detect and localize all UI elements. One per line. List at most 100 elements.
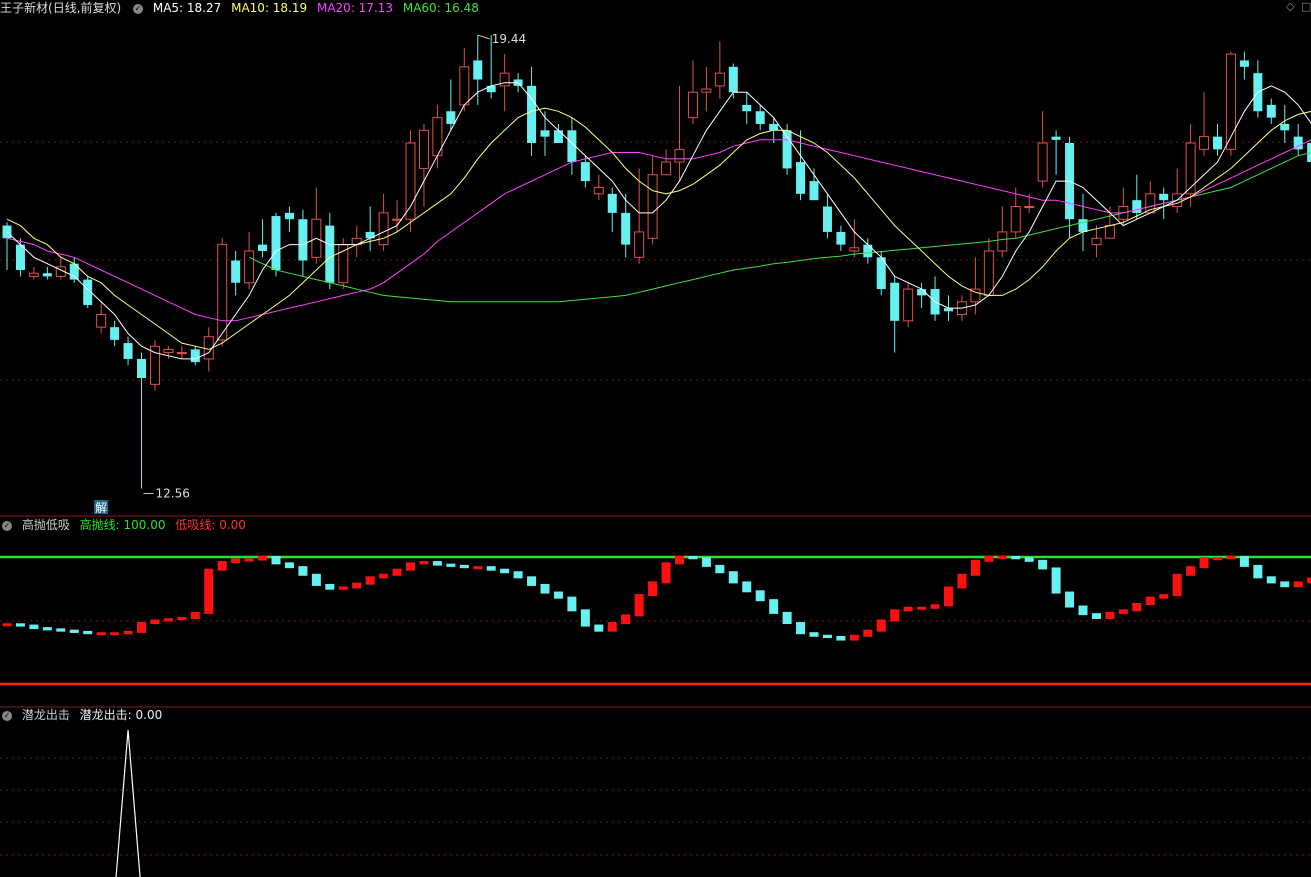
candle-body xyxy=(674,148,685,163)
low-price-marker: 12.56 xyxy=(156,486,190,500)
indicator1-bar xyxy=(553,591,563,599)
high-price-marker: 19.44 xyxy=(492,32,526,46)
indicator1-bar xyxy=(1307,577,1311,584)
candle-body xyxy=(863,244,873,258)
candle-body xyxy=(540,130,550,137)
indicator1-bar xyxy=(930,604,940,609)
candle-body xyxy=(1104,225,1115,239)
indicator1-settings-icon[interactable] xyxy=(2,520,12,531)
indicator1-bar xyxy=(796,622,806,635)
indicator1-bar xyxy=(42,627,52,631)
candle-body xyxy=(110,327,120,340)
indicator1-bar xyxy=(29,624,39,630)
indicator1-bar xyxy=(849,634,859,641)
indicator1-bar xyxy=(123,630,133,635)
ma20-label: MA20: 17.13 xyxy=(316,1,394,15)
indicator1-bar xyxy=(365,576,375,585)
candle-body xyxy=(1199,136,1210,150)
candle-body xyxy=(351,237,362,246)
indicator1-bar xyxy=(150,619,160,625)
candle-body xyxy=(149,345,160,385)
candle-body xyxy=(392,218,403,221)
indicator1-bar xyxy=(83,630,93,635)
indicator1-bar xyxy=(648,581,658,597)
candle-body xyxy=(231,260,241,283)
indicator1-bar xyxy=(594,624,604,632)
candle-body xyxy=(956,301,967,315)
indicator1-bar xyxy=(580,609,590,627)
indicator1-bar xyxy=(258,556,268,561)
candle-body xyxy=(217,244,228,341)
candle-body xyxy=(567,130,577,163)
indicator1-bar xyxy=(69,629,79,633)
indicator1-bar xyxy=(876,619,886,632)
indicator1-bar xyxy=(1172,573,1182,597)
indicator2-name[interactable]: 潜龙出击 xyxy=(22,708,70,722)
indicator1-bar xyxy=(298,566,308,576)
main-legend: 王子新材(日线,前复权) MA5: 18.27 MA10: 18.19 MA20… xyxy=(0,0,485,16)
indicator1-bar xyxy=(984,556,994,562)
low-line-label: 低吸线: 0.00 xyxy=(175,518,246,532)
candle-body xyxy=(338,244,349,284)
candle-body xyxy=(365,231,375,239)
indicator1-bar xyxy=(15,623,25,627)
candle-body xyxy=(325,225,335,283)
indicator1-bar xyxy=(1226,556,1236,560)
indicator1-bar xyxy=(177,616,187,621)
jie-badge-bg xyxy=(94,500,109,514)
indicator1-bar xyxy=(419,561,429,565)
indicator1-bar xyxy=(809,632,819,637)
chart-canvas[interactable]: 19.44 12.56 解 xyxy=(0,0,1311,877)
candle-body xyxy=(1065,143,1075,220)
indicator1-bar xyxy=(836,636,846,641)
candle-body xyxy=(28,272,39,277)
candle-body xyxy=(634,231,645,258)
indicator1-bar xyxy=(1011,556,1021,560)
indicator1-bar xyxy=(755,590,765,602)
candle-body xyxy=(903,288,914,322)
candle-body xyxy=(1091,237,1102,246)
stock-name[interactable]: 王子新材 xyxy=(0,1,48,15)
candle-body xyxy=(1239,60,1249,67)
candle-body xyxy=(473,60,483,80)
candle-body xyxy=(1307,143,1311,163)
candle-body xyxy=(647,174,658,239)
window-square-icon[interactable]: □ xyxy=(1301,0,1311,13)
candle-body xyxy=(284,212,294,220)
candle-body xyxy=(1293,136,1303,150)
indicator1-bar xyxy=(782,611,792,625)
indicator1-bar xyxy=(540,583,550,594)
indicator1-bar xyxy=(917,606,927,610)
indicator1-bar xyxy=(392,568,402,576)
candle-body xyxy=(1266,104,1276,118)
candle-body xyxy=(1185,142,1196,195)
candle-body xyxy=(513,79,523,86)
candle-body xyxy=(378,212,389,246)
candle-body xyxy=(203,336,214,360)
candle-body xyxy=(876,257,886,290)
indicator1-bar xyxy=(567,596,577,612)
indicator1-bar xyxy=(527,576,537,586)
candle-body xyxy=(997,231,1008,252)
indicator1-bar xyxy=(1199,557,1209,569)
diamond-icon[interactable]: ◇ xyxy=(1286,0,1294,13)
candle-body xyxy=(687,91,698,119)
period-label: (日线,前复权) xyxy=(48,1,122,15)
indicator1-name[interactable]: 高抛低吸 xyxy=(22,518,70,532)
candle-body xyxy=(1225,53,1236,150)
indicator1-bar xyxy=(715,564,725,574)
candle-body xyxy=(1213,136,1222,150)
indicator2-settings-icon[interactable] xyxy=(2,710,12,721)
candle-body xyxy=(176,352,187,355)
indicator1-bar xyxy=(1051,567,1061,594)
high-line-label: 高抛线: 100.00 xyxy=(79,518,166,532)
candle-body xyxy=(1159,193,1169,201)
candle-body xyxy=(1051,136,1061,140)
candle-body xyxy=(1037,142,1048,182)
candle-body xyxy=(15,244,25,271)
indicator1-bar xyxy=(621,614,631,625)
indicator1-bar xyxy=(231,558,241,564)
candle-body xyxy=(1280,123,1290,131)
candle-body xyxy=(621,212,631,245)
settings-icon[interactable] xyxy=(133,3,144,14)
